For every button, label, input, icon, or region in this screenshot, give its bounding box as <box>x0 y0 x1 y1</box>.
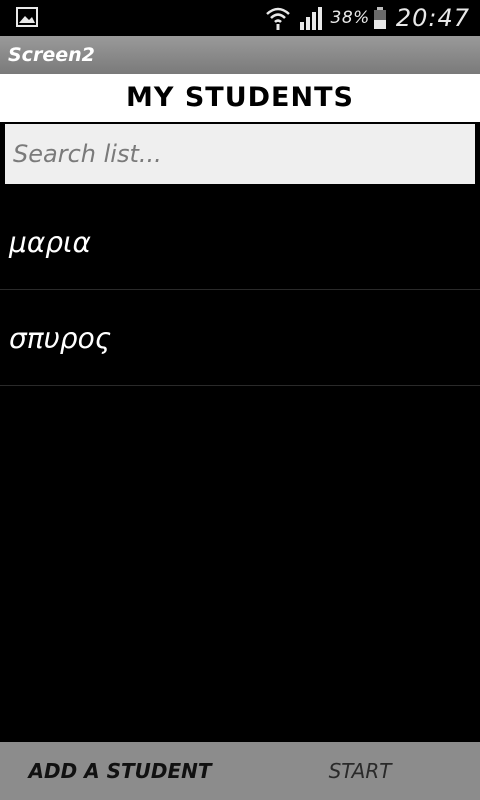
add-student-button[interactable]: ADD A STUDENT <box>0 742 240 800</box>
list-item[interactable]: μαρια <box>0 194 480 290</box>
status-bar: 38% 20:47 <box>0 0 480 36</box>
gallery-notification-icon <box>16 7 38 27</box>
battery-percent: 38% <box>330 8 370 28</box>
clock: 20:47 <box>395 4 470 32</box>
page-title: MY STUDENTS <box>0 74 480 124</box>
app-title: Screen2 <box>8 44 95 66</box>
student-list: μαρια σπυρος <box>0 194 480 386</box>
search-input[interactable] <box>5 124 475 184</box>
wifi-icon <box>265 7 290 30</box>
student-name: μαρια <box>9 226 91 259</box>
bottom-bar: ADD A STUDENT START <box>0 742 480 800</box>
signal-strength-icon <box>299 7 322 30</box>
student-name: σπυρος <box>9 322 112 355</box>
battery-icon <box>373 7 386 29</box>
app-title-bar: Screen2 <box>0 36 480 74</box>
list-item[interactable]: σπυρος <box>0 290 480 386</box>
start-button[interactable]: START <box>240 742 480 800</box>
